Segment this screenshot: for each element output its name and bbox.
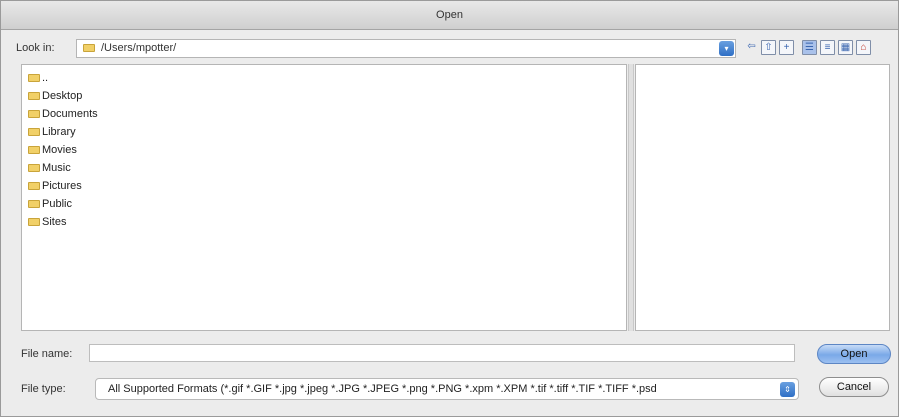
list-item[interactable]: Public [28, 195, 626, 213]
folder-icon [28, 200, 40, 208]
folder-icon [28, 146, 40, 154]
file-name-input[interactable] [89, 344, 795, 362]
list-item[interactable]: Sites [28, 213, 626, 231]
preview-view-icon[interactable]: ▦ [838, 40, 853, 55]
file-label: Public [42, 198, 72, 210]
file-type-select[interactable]: All Supported Formats (*.gif *.GIF *.jpg… [95, 378, 799, 400]
list-item[interactable]: Desktop [28, 87, 626, 105]
open-button[interactable]: Open [817, 344, 891, 364]
file-name-label: File name: [21, 348, 73, 360]
folder-icon [28, 128, 40, 136]
list-item[interactable]: Music [28, 159, 626, 177]
window-title: Open [1, 1, 898, 30]
detail-view-icon[interactable]: ☰ [802, 40, 817, 55]
file-label: Music [42, 162, 71, 174]
folder-icon [28, 74, 40, 82]
file-label: Library [42, 126, 76, 138]
file-label: Desktop [42, 90, 83, 102]
new-folder-icon[interactable]: + [779, 40, 794, 55]
file-label: Pictures [42, 180, 82, 192]
folder-icon [28, 182, 40, 190]
home-icon[interactable]: ⌂ [856, 40, 871, 55]
look-in-row: Look in: /Users/mpotter/ ▾ ⇦ ⇧ + ☰ ≡ ▦ ⌂ [16, 39, 888, 59]
pane-splitter[interactable] [628, 64, 634, 331]
list-item[interactable]: Library [28, 123, 626, 141]
list-item[interactable]: .. [28, 69, 626, 87]
file-label: Documents [42, 108, 98, 120]
folder-icon [28, 92, 40, 100]
file-label: Movies [42, 144, 77, 156]
open-dialog: Open Look in: /Users/mpotter/ ▾ ⇦ ⇧ + ☰ … [0, 0, 899, 417]
cancel-button[interactable]: Cancel [819, 377, 889, 397]
list-item[interactable]: Pictures [28, 177, 626, 195]
file-list: .. Desktop Documents Library Movies Musi… [22, 65, 626, 231]
folder-icon [28, 164, 40, 172]
file-list-pane[interactable]: .. Desktop Documents Library Movies Musi… [21, 64, 627, 331]
list-item[interactable]: Documents [28, 105, 626, 123]
file-type-label: File type: [21, 383, 66, 395]
file-type-value: All Supported Formats (*.gif *.GIF *.jpg… [108, 383, 657, 395]
folder-icon [83, 44, 95, 52]
look-in-path: /Users/mpotter/ [101, 42, 177, 54]
folder-icon [28, 110, 40, 118]
dropdown-arrow-icon[interactable]: ▾ [719, 41, 734, 56]
file-label: .. [42, 72, 49, 84]
preview-pane [635, 64, 890, 331]
list-view-icon[interactable]: ≡ [820, 40, 835, 55]
file-label: Sites [42, 216, 67, 228]
look-in-label: Look in: [16, 42, 55, 54]
look-in-combo[interactable]: /Users/mpotter/ ▾ [76, 39, 736, 58]
updown-arrow-icon[interactable]: ⇕ [780, 382, 795, 397]
folder-icon [28, 218, 40, 226]
back-arrow-icon[interactable]: ⇦ [744, 40, 759, 55]
up-folder-icon[interactable]: ⇧ [761, 40, 776, 55]
list-item[interactable]: Movies [28, 141, 626, 159]
